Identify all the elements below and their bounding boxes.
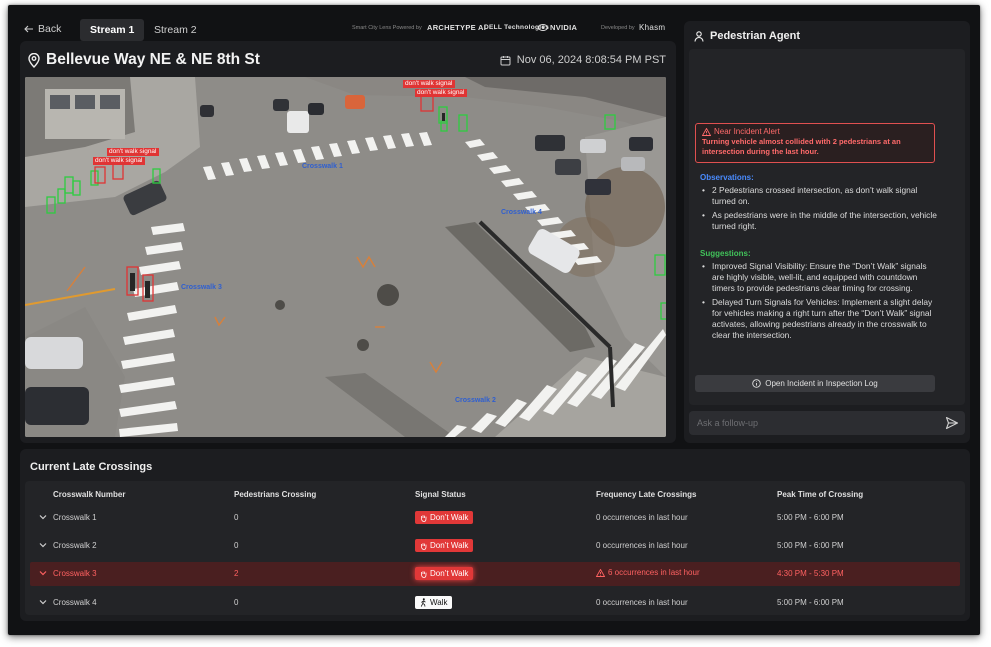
crosswalk-name: Crosswalk 2 [53,541,97,550]
location-text: Bellevue Way NE & NE 8th St [46,51,260,68]
location-pin-icon [28,52,40,68]
dont-walk-signal-label: don't walk signal [415,89,467,97]
dont-walk-signal-label: don't walk signal [107,148,159,156]
pedestrian-count: 2 [234,569,239,578]
column-header: Peak Time of Crossing [777,490,864,499]
tab-stream-2[interactable]: Stream 2 [144,19,207,41]
developed-by-text: Developed by [601,25,635,31]
crossings-table: Crosswalk Number Pedestrians Crossing Si… [25,481,965,615]
dont-walk-signal-label: don't walk signal [93,157,145,165]
crosswalk-1-label: Crosswalk 1 [302,163,343,170]
column-header: Crosswalk Number [53,490,126,499]
camera-feed[interactable]: don't walk signal don't walk signal don'… [25,77,666,437]
table-row[interactable]: Crosswalk 2 0 Don’t Walk 0 occurrences i… [30,534,960,558]
crosswalk-4-label: Crosswalk 4 [501,209,542,216]
near-incident-alert: Near Incident Alert Turning vehicle almo… [695,123,935,163]
suggestion-item: Delayed Turn Signals for Vehicles: Imple… [700,297,940,341]
pedestrian-count: 0 [234,541,239,550]
agent-chat-area: Near Incident Alert Turning vehicle almo… [689,49,965,405]
frequency-value: 0 occurrences in last hour [596,541,688,550]
peak-time: 5:00 PM - 6:00 PM [777,541,844,550]
chevron-down-icon[interactable] [38,540,48,550]
suggestions-list: Improved Signal Visibility: Ensure the “… [700,261,940,344]
followup-input[interactable] [697,415,927,431]
archetype-logo: ARCHETYPE AI [427,23,487,32]
frequency-value: 0 occurrences in last hour [596,598,688,607]
suggestions-title: Suggestions: [700,249,751,258]
chevron-down-icon[interactable] [38,597,48,607]
powered-by-text: Smart City Lens Powered by [352,25,422,31]
table-row[interactable]: Crosswalk 4 0 Walk 0 occurrences in last… [30,591,960,615]
location-title: Bellevue Way NE & NE 8th St [28,51,260,69]
observations-list: 2 Pedestrians crossed intersection, as d… [700,185,940,235]
pedestrian-count: 0 [234,598,239,607]
send-icon[interactable] [945,416,959,430]
suggestion-item: Improved Signal Visibility: Ensure the “… [700,261,940,294]
followup-input-bar [689,411,965,435]
observation-item: 2 Pedestrians crossed intersection, as d… [700,185,940,207]
column-header: Pedestrians Crossing [234,490,317,499]
video-panel: Bellevue Way NE & NE 8th St Nov 06, 2024… [20,41,676,443]
crosswalk-name: Crosswalk 1 [53,513,97,522]
top-nav: Back Stream 1 Stream 2 Smart City Lens P… [18,19,668,41]
back-arrow-icon [24,25,33,33]
khasm-logo: Khasm [639,23,666,32]
pedestrian-count: 0 [234,513,239,522]
warning-icon [702,127,711,136]
hand-icon [421,514,427,522]
table-row[interactable]: Crosswalk 1 0 Don’t Walk 0 occurrences i… [30,506,960,530]
alert-text: Turning vehicle almost collided with 2 p… [702,137,901,156]
person-icon [694,30,704,42]
agent-title: Pedestrian Agent [710,30,801,42]
table-row[interactable]: Crosswalk 3 2 Don’t Walk 6 occurrences i… [30,562,960,586]
hand-icon [421,542,427,550]
crosswalk-name: Crosswalk 4 [53,598,97,607]
observations-title: Observations: [700,173,754,182]
status-badge: Don’t Walk [415,567,474,580]
frequency-value: 0 occurrences in last hour [596,513,688,522]
nvidia-eye-icon [538,24,548,31]
walking-person-icon [420,598,426,607]
warning-icon [596,568,605,577]
calendar-icon [500,55,511,65]
peak-time: 4:30 PM - 5:30 PM [777,569,844,578]
observation-item: As pedestrians were in the middle of the… [700,210,940,232]
alert-title: Near Incident Alert [702,127,928,136]
intersection-scene [25,77,666,437]
timestamp-text: Nov 06, 2024 8:08:54 PM PST [516,54,666,66]
info-icon [752,379,761,388]
open-inspection-log-button[interactable]: Open Incident in Inspection Log [695,375,935,392]
peak-time: 5:00 PM - 6:00 PM [777,513,844,522]
nvidia-logo: NVIDIA [538,23,577,32]
dont-walk-signal-label: don't walk signal [403,80,455,88]
crosswalk-3-label: Crosswalk 3 [181,284,222,291]
chevron-down-icon[interactable] [38,568,48,578]
status-badge: Don’t Walk [415,511,474,524]
agent-header: Pedestrian Agent [694,30,800,42]
app-window: Back Stream 1 Stream 2 Smart City Lens P… [8,5,980,635]
column-header: Frequency Late Crossings [596,490,697,499]
chevron-down-icon[interactable] [38,512,48,522]
frequency-value: 6 occurrences in last hour [596,568,700,577]
crosswalk-2-label: Crosswalk 2 [455,397,496,404]
hand-icon [421,570,427,578]
crossings-title: Current Late Crossings [30,461,153,473]
status-badge: Walk [415,596,453,609]
column-header: Signal Status [415,490,466,499]
crosswalk-name: Crosswalk 3 [53,569,97,578]
late-crossings-panel: Current Late Crossings Crosswalk Number … [20,449,970,621]
back-button[interactable]: Back [24,23,61,35]
tab-stream-1[interactable]: Stream 1 [80,19,145,41]
timestamp: Nov 06, 2024 8:08:54 PM PST [500,54,666,66]
peak-time: 5:00 PM - 6:00 PM [777,598,844,607]
agent-panel: Pedestrian Agent Near Incident Alert Tur… [684,21,970,443]
back-label: Back [38,23,62,35]
status-badge: Don’t Walk [415,539,474,552]
